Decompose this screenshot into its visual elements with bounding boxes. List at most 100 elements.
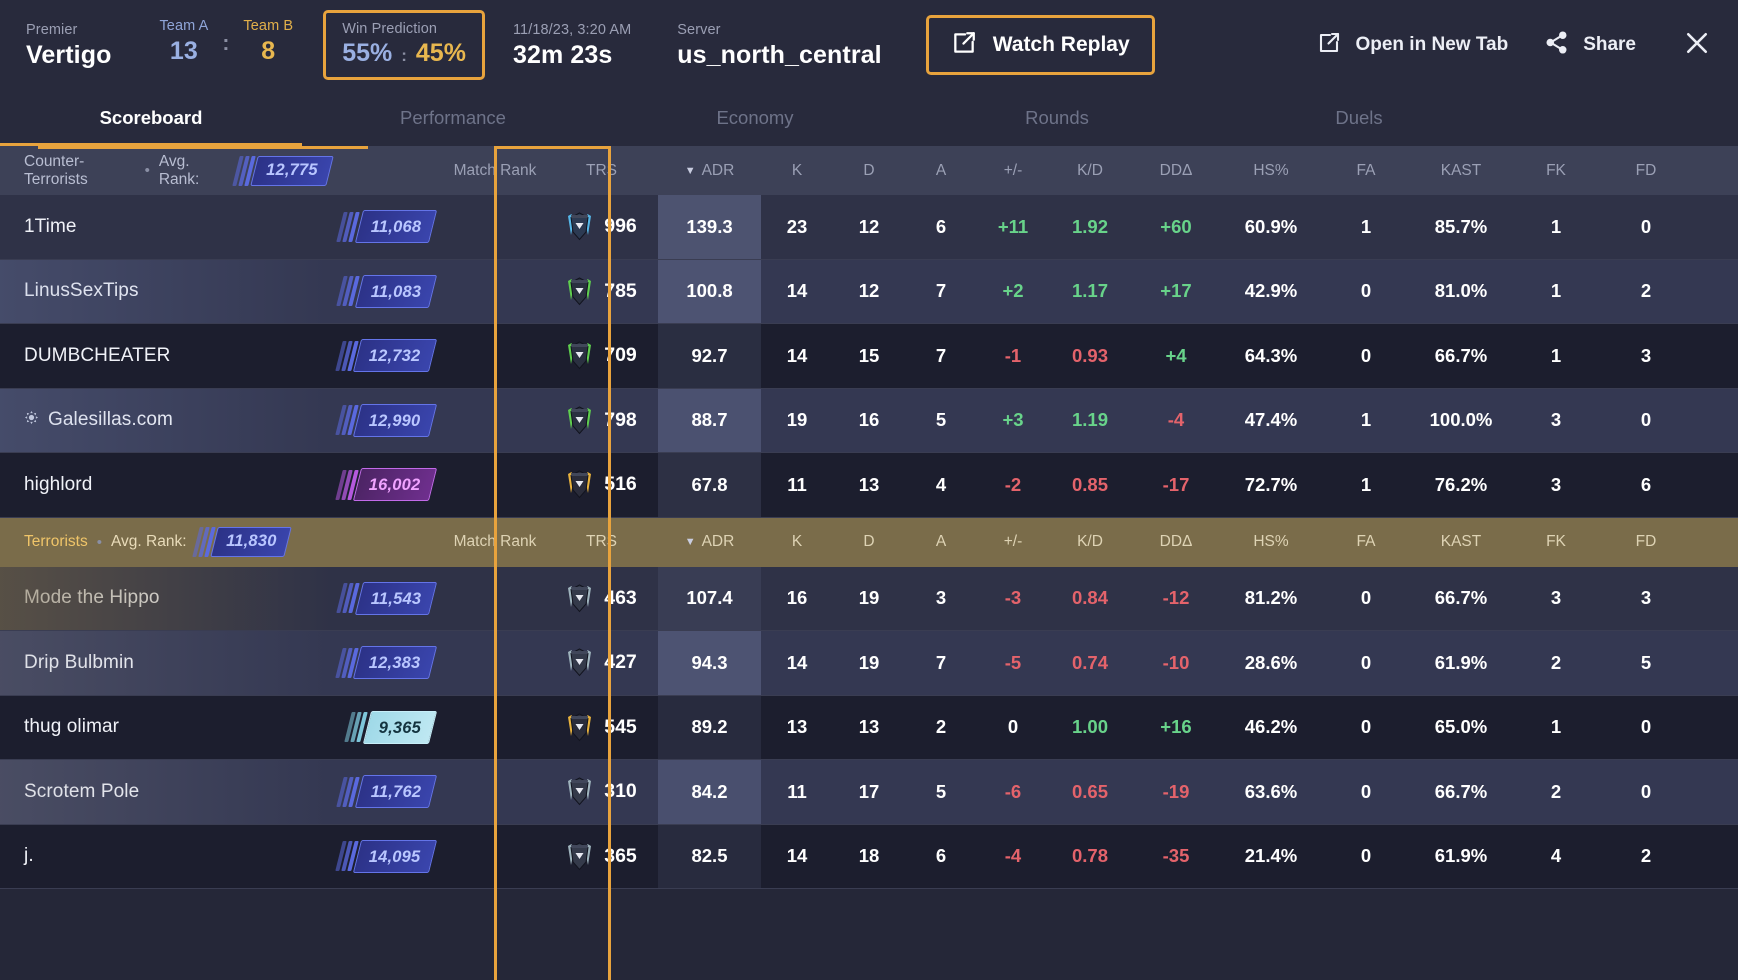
column-header-fk[interactable]: FK: [1511, 146, 1601, 195]
player-name-cell[interactable]: Scrotem Pole: [0, 760, 330, 824]
match-duration: 32m 23s: [512, 40, 613, 69]
tab-performance[interactable]: Performance: [302, 90, 604, 146]
column-header-kast[interactable]: KAST: [1411, 146, 1511, 195]
rank-value: 12,383: [369, 654, 421, 673]
open-in-new-tab-button[interactable]: Open in New Tab: [1317, 31, 1508, 60]
column-header-hs[interactable]: HS%: [1221, 146, 1321, 195]
player-name-cell[interactable]: Mode the Hippo: [0, 567, 330, 631]
share-button[interactable]: Share: [1544, 30, 1636, 60]
table-row[interactable]: highlord 16,002 516 67.8 11 13 4 -2 0.85 -17 72.7%…: [0, 453, 1738, 518]
player-rank-cell: 11,762: [330, 760, 445, 824]
player-name-cell[interactable]: Drip Bulbmin: [0, 631, 330, 695]
table-row[interactable]: j. 14,095 365 82.5 14 18 6 -4 0.78 -35 21.4% 0 61.9%…: [0, 824, 1738, 889]
player-name-cell[interactable]: j.: [0, 825, 330, 889]
column-header-dd[interactable]: DDΔ: [1131, 146, 1221, 195]
dd-value: +4: [1165, 344, 1187, 366]
kd-cell: 1.17: [1049, 260, 1131, 324]
column-header-a[interactable]: A: [905, 518, 977, 567]
column-header-kd[interactable]: K/D: [1049, 146, 1131, 195]
column-header-d[interactable]: D: [833, 146, 905, 195]
fk-cell: 2: [1511, 631, 1601, 695]
table-row[interactable]: thug olimar 9,365 545 89.2 13 13 2 0 1.00 +16 46.2…: [0, 695, 1738, 760]
a-cell: 7: [905, 631, 977, 695]
column-header-adr[interactable]: ▼ ADR: [658, 146, 761, 195]
a-value: 5: [935, 409, 947, 431]
rank-value-box: 16,002: [353, 468, 438, 502]
player-name-cell[interactable]: 1Time: [0, 195, 330, 259]
external-link-icon: [951, 30, 977, 61]
kast-value: 65.0%: [1434, 716, 1488, 738]
column-header-pm[interactable]: +/-: [977, 146, 1049, 195]
tab-scoreboard[interactable]: Scoreboard: [0, 90, 302, 146]
adr-value: 139.3: [686, 215, 733, 237]
column-header-fk[interactable]: FK: [1511, 518, 1601, 567]
column-header-trs[interactable]: TRS: [545, 518, 658, 567]
player-name-cell[interactable]: thug olimar: [0, 696, 330, 760]
adr-value: 107.4: [686, 587, 733, 609]
column-header-hs[interactable]: HS%: [1221, 518, 1321, 567]
fa-cell: 0: [1321, 760, 1411, 824]
kast-cell: 66.7%: [1411, 324, 1511, 388]
column-header-d[interactable]: D: [833, 518, 905, 567]
table-row[interactable]: Mode the Hippo 11,543 463 107.4 16 19 3 -3 0.84 -…: [0, 566, 1738, 631]
dd-value: +17: [1160, 280, 1192, 302]
tab-duels[interactable]: Duels: [1208, 90, 1510, 146]
column-header-kd[interactable]: K/D: [1049, 518, 1131, 567]
table-row[interactable]: Scrotem Pole 11,762 310 84.2 11 17 5 -6 0.65 -19 6…: [0, 760, 1738, 825]
fk-value: 4: [1550, 845, 1562, 867]
table-row[interactable]: LinusSexTips 11,083 785 100.8 14 12 7 +2 1.17 +17…: [0, 259, 1738, 324]
player-name: j.: [24, 845, 34, 867]
table-row[interactable]: Drip Bulbmin 12,383 427 94.3 14 19 7 -5 0.74 -10 2…: [0, 631, 1738, 696]
player-name-cell[interactable]: LinusSexTips: [0, 260, 330, 324]
kast-cell: 76.2%: [1411, 453, 1511, 517]
player-name-cell[interactable]: Galesillas.com: [0, 389, 330, 453]
tab-economy[interactable]: Economy: [604, 90, 906, 146]
column-header-fd[interactable]: FD: [1601, 518, 1691, 567]
player-name-cell[interactable]: highlord: [0, 453, 330, 517]
k-cell: 23: [761, 195, 833, 259]
column-header-a[interactable]: A: [905, 146, 977, 195]
player-name-cell[interactable]: DUMBCHEATER: [0, 324, 330, 388]
pm-value: +11: [997, 215, 1029, 237]
share-icon: [1544, 30, 1569, 60]
team-a-label: Team A: [159, 18, 209, 34]
fd-cell: 3: [1601, 567, 1691, 631]
k-value: 14: [786, 651, 808, 673]
a-value: 4: [935, 473, 947, 495]
column-header-k[interactable]: K: [761, 146, 833, 195]
column-header-label: K: [791, 533, 803, 550]
close-button[interactable]: [1682, 28, 1712, 63]
column-header-adr[interactable]: ▼ ADR: [658, 518, 761, 567]
column-header-fa[interactable]: FA: [1321, 146, 1411, 195]
fa-cell: 0: [1321, 631, 1411, 695]
fa-cell: 0: [1321, 825, 1411, 889]
kd-cell: 0.84: [1049, 567, 1131, 631]
fd-cell: 6: [1601, 453, 1691, 517]
column-header-kast[interactable]: KAST: [1411, 518, 1511, 567]
separator-dot: •: [96, 533, 102, 551]
fd-value: 0: [1640, 409, 1652, 431]
column-header-trs[interactable]: TRS: [545, 146, 658, 195]
column-header-fa[interactable]: FA: [1321, 518, 1411, 567]
pm-value: +3: [1002, 409, 1024, 431]
kast-value: 66.7%: [1434, 587, 1488, 609]
trs-badge: 798: [566, 406, 637, 435]
kast-value: 61.9%: [1434, 845, 1488, 867]
column-header-pm[interactable]: +/-: [977, 518, 1049, 567]
column-header-dd[interactable]: DDΔ: [1131, 518, 1221, 567]
tab-rounds[interactable]: Rounds: [906, 90, 1208, 146]
table-row[interactable]: Galesillas.com 12,990 798 88.7 19 16 5 +3 1.19 -4…: [0, 388, 1738, 453]
rank-value: 11,830: [226, 532, 277, 550]
table-row[interactable]: DUMBCHEATER 12,732 709 92.7 14 15 7 -1 0.93 +4 64.…: [0, 324, 1738, 389]
kast-cell: 100.0%: [1411, 389, 1511, 453]
column-header-label: D: [863, 533, 875, 550]
trs-column-highlight-right: [608, 146, 611, 980]
watch-replay-label: Watch Replay: [992, 33, 1130, 56]
table-row[interactable]: 1Time 11,068 996 139.3 23 12 6 +11 1.92 +60 60.9% 1…: [0, 195, 1738, 260]
watch-replay-button[interactable]: Watch Replay: [925, 15, 1155, 75]
a-value: 6: [935, 215, 947, 237]
d-value: 12: [858, 215, 880, 237]
column-header-fd[interactable]: FD: [1601, 146, 1691, 195]
column-header-label: K: [791, 161, 803, 179]
column-header-k[interactable]: K: [761, 518, 833, 567]
